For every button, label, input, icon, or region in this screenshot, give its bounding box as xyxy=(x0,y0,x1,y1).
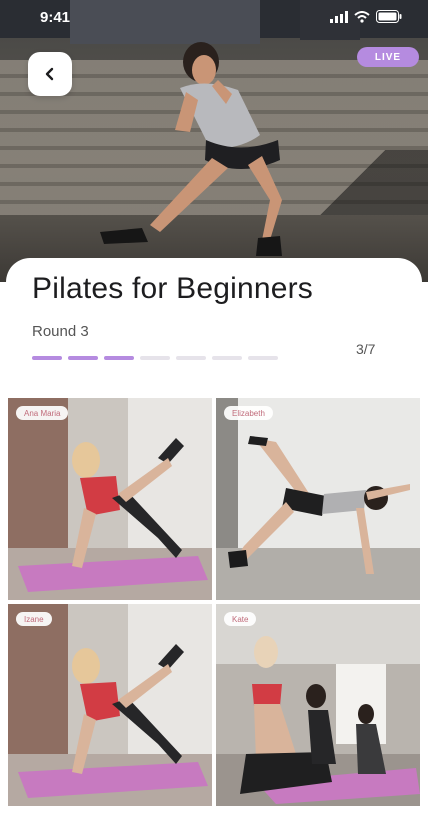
participant-name-tag: Kate xyxy=(224,612,257,626)
participant-video[interactable]: Elizabeth xyxy=(216,398,420,600)
progress-segment xyxy=(32,356,62,360)
hero-image xyxy=(0,0,428,282)
participant-video[interactable]: Ana Maria xyxy=(8,398,212,600)
participant-video[interactable]: Izane xyxy=(8,604,212,806)
participant-name-tag: Elizabeth xyxy=(224,406,273,420)
progress-segment xyxy=(140,356,170,360)
workout-card: Pilates for Beginners Round 3 3/7 xyxy=(6,258,422,398)
participant-grid: Ana Maria Elizabeth Izane Kate xyxy=(8,398,420,808)
participant-image xyxy=(216,398,420,600)
workout-title: Pilates for Beginners xyxy=(32,272,314,305)
participant-image xyxy=(216,604,420,806)
battery-icon xyxy=(376,10,402,23)
progress-segment xyxy=(68,356,98,360)
instructor-figure xyxy=(100,42,282,256)
round-label: Round 3 xyxy=(32,323,89,340)
signal-icon xyxy=(330,10,348,23)
progress-count: 3/7 xyxy=(356,341,376,357)
status-icons xyxy=(330,10,402,23)
chevron-left-icon xyxy=(45,67,54,81)
status-bar: 9:41 xyxy=(0,0,428,36)
progress-segment xyxy=(248,356,278,360)
participant-name-tag: Ana Maria xyxy=(16,406,69,420)
live-badge: LIVE xyxy=(357,47,419,67)
wifi-icon xyxy=(354,10,370,23)
participant-video[interactable]: Kate xyxy=(216,604,420,806)
progress-segment xyxy=(176,356,206,360)
participant-image xyxy=(8,604,212,806)
round-progress xyxy=(32,356,278,360)
participant-name-tag: Izane xyxy=(16,612,52,626)
participant-image xyxy=(8,398,212,600)
status-time: 9:41 xyxy=(40,9,71,26)
back-button[interactable] xyxy=(28,52,72,96)
progress-segment xyxy=(104,356,134,360)
progress-segment xyxy=(212,356,242,360)
